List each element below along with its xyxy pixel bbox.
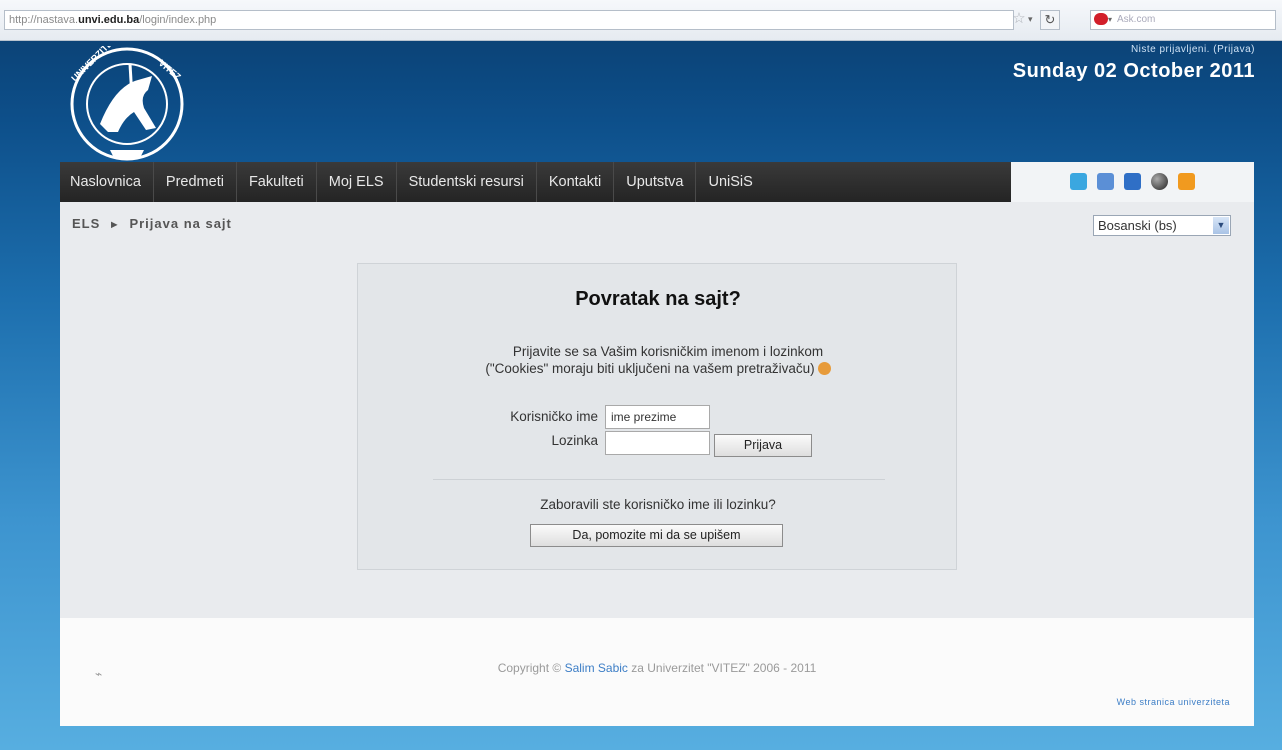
- nav-item-predmeti[interactable]: Predmeti: [154, 162, 237, 202]
- nav-menu: Naslovnica Predmeti Fakulteti Moj ELS St…: [60, 162, 1011, 202]
- mail-icon[interactable]: [1124, 173, 1141, 190]
- search-engine-icon[interactable]: [1094, 13, 1108, 25]
- university-website-link[interactable]: Web stranica univerziteta: [1117, 697, 1230, 707]
- current-date: Sunday 02 October 2011: [1012, 60, 1255, 82]
- language-select[interactable]: Bosanski (bs) ▼: [1093, 215, 1231, 236]
- login-title: Povratak na sajt?: [575, 288, 741, 310]
- nav-item-kontakti[interactable]: Kontakti: [537, 162, 615, 202]
- copyright-prefix: Copyright ©: [497, 661, 565, 675]
- chat-icon[interactable]: [1070, 173, 1087, 190]
- url-path: /login/index.php: [139, 14, 217, 26]
- bookmark-star-icon[interactable]: ☆: [1010, 9, 1028, 29]
- browser-toolbar: http://nastava.unvi.edu.ba/login/index.p…: [0, 0, 1282, 41]
- nav-item-moj-els[interactable]: Moj ELS: [317, 162, 397, 202]
- help-icon[interactable]: [817, 362, 831, 375]
- svg-text:VITEZ: VITEZ: [157, 58, 183, 82]
- login-status-prefix: Niste prijavljeni. (: [1130, 44, 1218, 55]
- copyright-suffix: za Univerzitet "VITEZ" 2006 - 2011: [627, 661, 817, 675]
- language-selected: Bosanski (bs): [1098, 218, 1177, 233]
- password-label: Lozinka: [551, 433, 598, 448]
- breadcrumb-separator: ►: [108, 219, 121, 231]
- login-status-suffix: ): [1251, 44, 1255, 55]
- nav-item-studentski-resursi[interactable]: Studentski resursi: [397, 162, 537, 202]
- login-intro-line1: Prijavite se sa Vašim korisničkim imenom…: [512, 344, 824, 359]
- nav-item-uputstva[interactable]: Uputstva: [614, 162, 697, 202]
- globe-icon[interactable]: [1151, 173, 1168, 190]
- search-input[interactable]: Ask.com: [1090, 10, 1276, 30]
- chevron-down-icon[interactable]: ▾: [1108, 10, 1112, 30]
- forgot-password-text: Zaboravili ste korisničko ime ili lozink…: [540, 497, 776, 512]
- password-field[interactable]: [605, 431, 710, 455]
- footer: ⌁ Copyright © Salim Sabic za Univerzitet…: [60, 618, 1254, 726]
- chevron-down-icon[interactable]: ▾: [1028, 9, 1033, 29]
- username-label: Korisničko ime: [510, 409, 598, 424]
- divider: [433, 479, 885, 480]
- nav-icon-group: [1070, 173, 1195, 190]
- url-domain: unvi.edu.ba: [78, 14, 140, 26]
- breadcrumb-current: Prijava na sajt: [129, 216, 232, 231]
- rss-icon[interactable]: [1178, 173, 1195, 190]
- nav-item-fakulteti[interactable]: Fakulteti: [237, 162, 317, 202]
- reload-icon[interactable]: ↻: [1040, 10, 1060, 30]
- address-bar[interactable]: http://nastava.unvi.edu.ba/login/index.p…: [4, 10, 1014, 30]
- main-navbar: Naslovnica Predmeti Fakulteti Moj ELS St…: [60, 162, 1254, 202]
- calendar-icon[interactable]: [1097, 173, 1114, 190]
- username-field[interactable]: [605, 405, 710, 429]
- login-box: Povratak na sajt? Prijavite se sa Vašim …: [357, 263, 957, 570]
- login-link[interactable]: Prijava: [1217, 44, 1251, 55]
- login-intro-line2: ("Cookies" moraju biti uključeni na vaše…: [358, 361, 958, 376]
- url-prefix: http://nastava.: [9, 14, 79, 26]
- login-intro-text: ("Cookies" moraju biti uključeni na vaše…: [485, 361, 815, 376]
- university-seal-logo[interactable]: UNIVERZITET VITEZ: [60, 46, 194, 162]
- signup-help-button[interactable]: Da, pomozite mi da se upišem: [530, 524, 783, 547]
- chevron-down-icon[interactable]: ▼: [1213, 217, 1229, 234]
- login-status: Niste prijavljeni. (Prijava): [1131, 44, 1255, 55]
- main-content: ELS ► Prijava na sajt Bosanski (bs) ▼ Po…: [60, 202, 1254, 618]
- login-button[interactable]: Prijava: [714, 434, 812, 457]
- author-link[interactable]: Salim Sabic: [565, 661, 628, 675]
- breadcrumb-root[interactable]: ELS: [72, 216, 100, 231]
- breadcrumb: ELS ► Prijava na sajt: [72, 216, 232, 231]
- nav-item-naslovnica[interactable]: Naslovnica: [60, 162, 154, 202]
- nav-item-unisis[interactable]: UniSiS: [696, 162, 764, 202]
- copyright-text: Copyright © Salim Sabic za Univerzitet "…: [60, 661, 1254, 675]
